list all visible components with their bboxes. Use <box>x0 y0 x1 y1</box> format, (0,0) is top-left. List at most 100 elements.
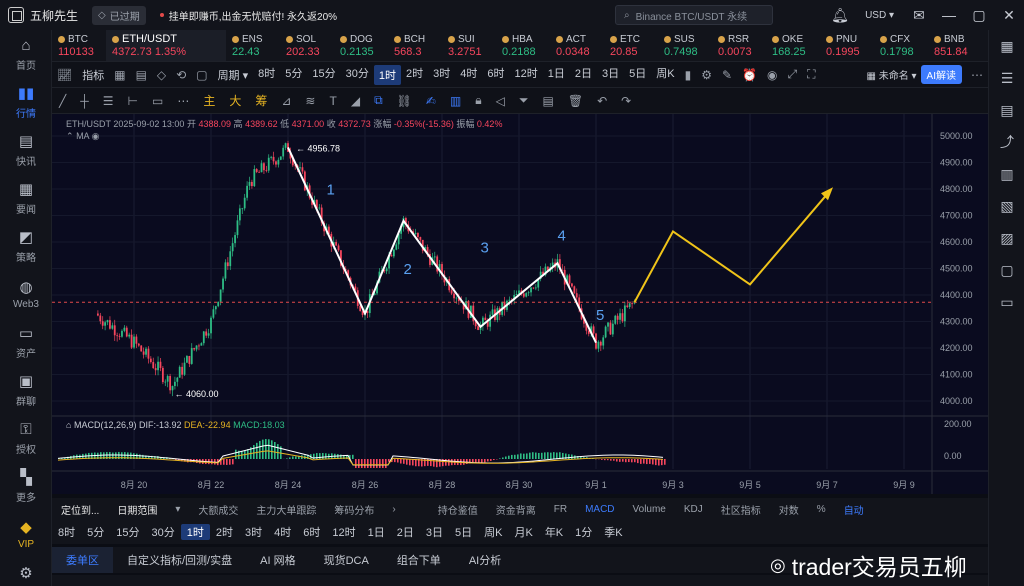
ticker-item[interactable]: ETC 20.85 <box>604 30 658 61</box>
maximize-icon[interactable]: ▢ <box>964 7 994 24</box>
indicator-tab-0[interactable]: 定位到... <box>52 502 108 517</box>
indicator-tab-8[interactable]: MACD <box>576 504 623 515</box>
interval-5[interactable]: 2时 <box>401 65 428 85</box>
indicator-tab-9[interactable]: Volume <box>624 504 675 515</box>
chevron-down-icon[interactable]: ▾ <box>166 504 189 515</box>
calendar-icon[interactable]: ▦ <box>109 68 130 82</box>
indicator-tab-5[interactable]: 持仓鉴值 <box>429 502 487 517</box>
indicator-tab-4[interactable]: 筹码分布 <box>325 502 383 517</box>
nav-strategy[interactable]: ◩ 策略 <box>0 222 52 270</box>
ticker-item[interactable]: CFX 0.1798 <box>874 30 928 61</box>
period-11[interactable]: 2日 <box>391 524 420 540</box>
ticker-item[interactable]: SUS 0.7498 <box>658 30 712 61</box>
interval-6[interactable]: 3时 <box>428 65 455 85</box>
shape-tool-icon[interactable]: ◢ <box>344 94 367 108</box>
redo-icon[interactable]: ↷ <box>614 94 638 108</box>
chart-icon[interactable]: ▧ <box>989 190 1024 222</box>
magnet-icon[interactable]: ⧉ <box>367 93 390 108</box>
indicator-tab-7[interactable]: FR <box>545 504 576 515</box>
bottom-tab-4[interactable]: 组合下单 <box>383 552 455 568</box>
period-13[interactable]: 5日 <box>449 524 478 540</box>
ticker-item[interactable]: OKE 168.25 <box>766 30 820 61</box>
currency-select[interactable]: USD ▾ <box>855 10 904 21</box>
chevron-right-icon[interactable]: › <box>383 504 404 515</box>
indicator-tab-10[interactable]: KDJ <box>675 504 712 515</box>
period-16[interactable]: 年K <box>539 524 569 540</box>
link-icon[interactable]: ⛓ <box>390 94 419 108</box>
ticker-item[interactable]: ENS 22.43 <box>226 30 280 61</box>
bottom-tab-5[interactable]: AI分析 <box>455 552 515 568</box>
app-logo[interactable]: 五柳先生 <box>0 7 86 24</box>
nav-home[interactable]: ⌂ 首页 <box>0 30 52 78</box>
layout-name-select[interactable]: ▦ 未命名 ▾ <box>867 67 921 82</box>
ticker-item[interactable]: SOL 202.33 <box>280 30 334 61</box>
period-14[interactable]: 周K <box>478 524 508 540</box>
expired-badge[interactable]: ◇ 已过期 <box>92 5 146 25</box>
nav-more[interactable]: ▚ 更多 <box>0 462 52 510</box>
period-15[interactable]: 月K <box>508 524 538 540</box>
indicator-tab-3[interactable]: 主力大单跟踪 <box>247 502 325 517</box>
text-tool-icon[interactable]: T <box>322 94 343 108</box>
candlestick-chart[interactable]: 8月 20 8月 22 8月 24 8月 26 8月 28 8月 30 9月 1 9月 3 9月… <box>52 114 988 494</box>
ai-interpret-button[interactable]: AI解读 <box>920 65 962 84</box>
ticker-item[interactable]: ETH/USDT 4372.73 1.35% <box>106 30 226 61</box>
main-chart-toggle[interactable]: 主 <box>196 92 222 109</box>
mail-icon[interactable]: ✉ <box>904 7 934 24</box>
interval-8[interactable]: 6时 <box>482 65 509 85</box>
indicator-tab-14[interactable]: 自动 <box>835 502 873 517</box>
layers-icon[interactable]: ▤ <box>536 94 561 108</box>
nav-web3[interactable]: ◍ Web3 <box>0 270 52 318</box>
period-18[interactable]: 季K <box>598 524 628 540</box>
undo-icon[interactable]: ↶ <box>590 94 614 108</box>
interval-12[interactable]: 3日 <box>597 65 624 85</box>
indicator-tab-11[interactable]: 社区指标 <box>712 502 770 517</box>
ticker-item[interactable]: WLI0.2360 <box>982 30 988 61</box>
settings-icon[interactable]: ⚙ <box>696 68 717 82</box>
calendar-icon[interactable]: ▨ <box>989 222 1024 254</box>
indicator-icon[interactable]: 📈︎ <box>52 68 77 82</box>
interval-11[interactable]: 2日 <box>570 65 597 85</box>
camera-icon[interactable]: ◉ <box>762 68 782 82</box>
more-tools-icon[interactable]: ⋯ <box>170 94 196 108</box>
ticker-item[interactable]: PNU 0.1995 <box>820 30 874 61</box>
expand-icon[interactable]: ⤢ <box>782 67 802 82</box>
price-chart[interactable]: 8月 20 8月 22 8月 24 8月 26 8月 28 8月 30 9月 1 9月 3 9月… <box>52 114 988 494</box>
indicator-tab-2[interactable]: 大额成交 <box>189 502 247 517</box>
fullscreen-icon[interactable]: ⛶ <box>802 67 820 82</box>
chips-toggle[interactable]: 筹 <box>248 92 274 109</box>
nav-auth[interactable]: ⚿ 授权 <box>0 414 52 462</box>
period-3[interactable]: 30分 <box>146 524 181 540</box>
hline-tool-icon[interactable]: ┼ <box>73 94 96 108</box>
replay-icon[interactable]: ⟲ <box>171 68 191 82</box>
bottom-tab-0[interactable]: 委单区 <box>52 547 113 573</box>
close-icon[interactable]: ✕ <box>994 7 1024 24</box>
period-5[interactable]: 2时 <box>210 524 239 540</box>
period-6[interactable]: 3时 <box>239 524 268 540</box>
list-icon[interactable]: ☰ <box>989 62 1024 94</box>
compare-icon[interactable]: ◇ <box>152 68 171 82</box>
indicator-tab-12[interactable]: 对数 <box>770 502 808 517</box>
indicator-tab-6[interactable]: 资金背离 <box>487 502 545 517</box>
file-icon[interactable]: ▭ <box>989 286 1024 318</box>
interval-0[interactable]: 8时 <box>253 65 280 85</box>
minimize-icon[interactable]: — <box>934 7 964 23</box>
nav-news[interactable]: ▦ 要闻 <box>0 174 52 222</box>
trash-icon[interactable]: 🗑︎ <box>561 94 590 108</box>
nav-vip[interactable]: ◆ VIP <box>0 510 52 558</box>
nav-assets[interactable]: ▭ 资产 <box>0 318 52 366</box>
ticker-item[interactable]: RSR 0.0073 <box>712 30 766 61</box>
nav-flash[interactable]: ▤ 快讯 <box>0 126 52 174</box>
period-4[interactable]: 1时 <box>180 524 210 540</box>
ticker-item[interactable]: DOG 0.2135 <box>334 30 388 61</box>
period-9[interactable]: 12时 <box>326 524 361 540</box>
bell-icon[interactable]: 🔔︎ <box>825 7 855 24</box>
ticker-item[interactable]: BNB 851.84 <box>928 30 982 61</box>
interval-9[interactable]: 12时 <box>510 65 543 85</box>
visibility-icon[interactable]: ▥ <box>443 94 468 108</box>
period-7[interactable]: 4时 <box>268 524 297 540</box>
ticker-item[interactable]: HBA 0.2188 <box>496 30 550 61</box>
bottom-tab-3[interactable]: 现货DCA <box>310 552 383 568</box>
ticker-item[interactable]: ACT 0.0348 <box>550 30 604 61</box>
promo-banner[interactable]: 挂单即赚币,出金无忧赔付! 永久返20% <box>159 8 337 23</box>
nav-market[interactable]: ▮▮ 行情 <box>0 78 52 126</box>
